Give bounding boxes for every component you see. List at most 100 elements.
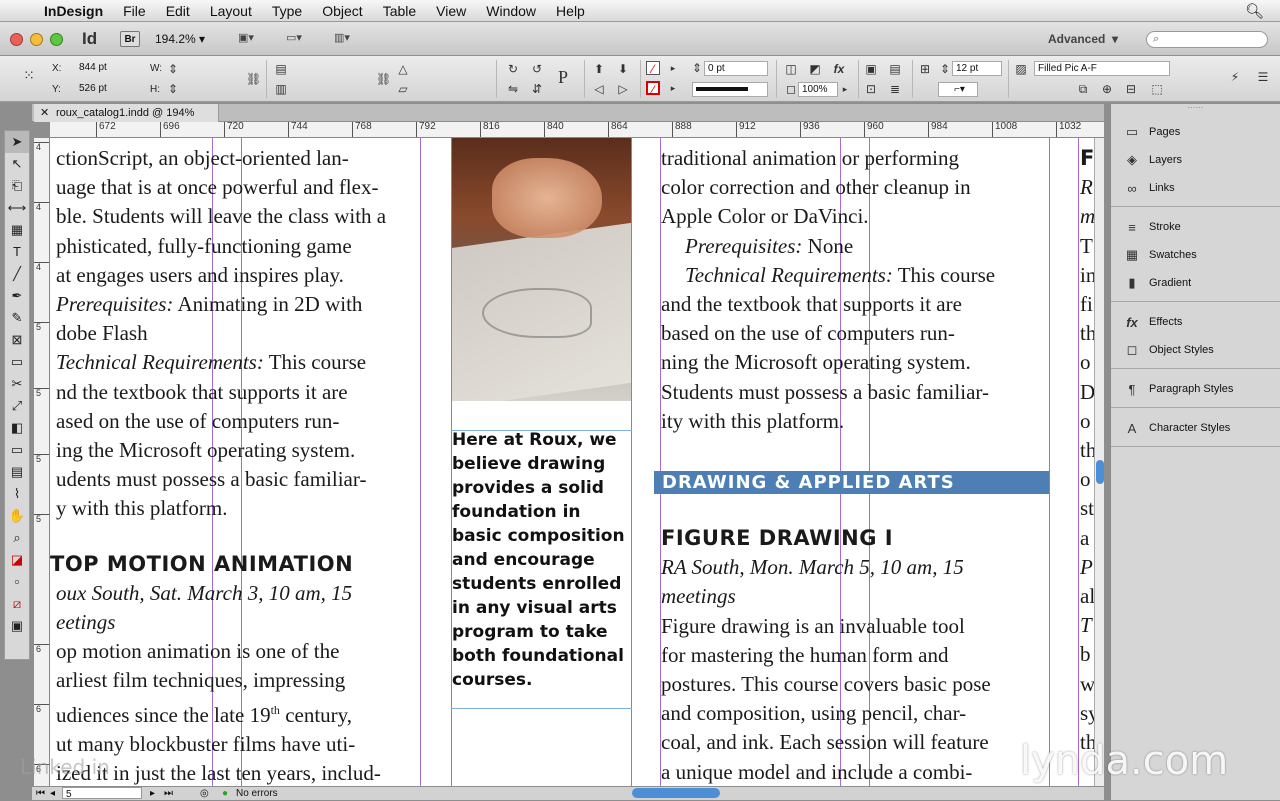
text-wrap-icon[interactable]: ◫ — [784, 62, 798, 76]
new-style-icon[interactable]: ⊕ — [1100, 82, 1114, 96]
hand-drawing-image[interactable] — [452, 138, 631, 401]
help-search-input[interactable]: ⌕ — [1146, 31, 1268, 48]
content-collector-icon[interactable]: ▦ — [5, 219, 29, 241]
spacing-field[interactable]: 12 pt — [952, 61, 1002, 76]
right-text-column[interactable]: traditional animation or performing colo… — [661, 144, 995, 436]
scissors-tool-icon[interactable]: ✂ — [5, 373, 29, 395]
preflight-status[interactable]: No errors — [236, 787, 278, 800]
opacity-field[interactable]: 100% — [798, 82, 838, 97]
pen-tool-icon[interactable]: ✒ — [5, 285, 29, 307]
scale-y-icon[interactable]: ▥ — [274, 82, 288, 96]
gap-tool-icon[interactable]: ⟷ — [5, 197, 29, 219]
center-content-icon[interactable]: ⊡ — [864, 82, 878, 96]
auto-fit-icon[interactable]: ⊞ — [918, 62, 932, 76]
hand-tool-icon[interactable]: ✋ — [5, 505, 29, 527]
view-options-button[interactable]: ▣▾ — [238, 31, 272, 47]
last-page-icon[interactable]: ⏭ — [164, 787, 173, 800]
menu-window[interactable]: Window — [476, 0, 546, 22]
rotate-clockwise-icon[interactable]: ↻ — [506, 62, 520, 76]
drop-shadow-icon[interactable]: ◩ — [808, 62, 822, 76]
horizontal-scroll-thumb[interactable] — [632, 788, 720, 798]
stroke-weight-stepper-icon[interactable]: ⇕ — [690, 61, 704, 75]
flip-horizontal-icon[interactable]: ⇋ — [506, 82, 520, 96]
effects-panel-button[interactable]: fx Effects — [1111, 308, 1280, 336]
scale-x-icon[interactable]: ▤ — [274, 62, 288, 76]
pencil-tool-icon[interactable]: ✎ — [5, 307, 29, 329]
effects-fx-icon[interactable]: fx — [832, 62, 846, 76]
note-tool-icon[interactable]: ▤ — [5, 461, 29, 483]
gradient-swatch-tool-icon[interactable]: ◧ — [5, 417, 29, 439]
layers-panel-button[interactable]: ◈ Layers — [1111, 146, 1280, 174]
select-next-icon[interactable]: ▷ — [616, 82, 630, 96]
stepper-icon[interactable]: ⇕ — [166, 82, 180, 96]
menu-table[interactable]: Table — [373, 0, 426, 22]
minimize-window-button[interactable] — [30, 33, 43, 46]
type-tool-icon[interactable]: T — [5, 241, 29, 263]
reference-point-icon[interactable]: ⁙ — [22, 68, 36, 82]
container-formatting-icon[interactable]: ▫ — [5, 571, 29, 593]
fill-swatch-icon[interactable]: ⁄ — [646, 61, 660, 76]
bridge-button[interactable]: Br — [120, 31, 140, 47]
close-window-button[interactable] — [10, 33, 23, 46]
stroke-type-dropdown[interactable] — [692, 82, 768, 97]
select-content-icon[interactable]: ⬇ — [616, 62, 630, 76]
select-container-icon[interactable]: ⬆ — [592, 62, 606, 76]
rotate-icon[interactable]: △ — [396, 62, 410, 76]
right-text-column-lower[interactable]: FIGURE DRAWING I RA South, Mon. March 5,… — [661, 524, 991, 786]
paragraph-styles-panel-button[interactable]: ¶ Paragraph Styles — [1111, 375, 1280, 403]
menu-object[interactable]: Object — [312, 0, 372, 22]
vertical-ruler[interactable]: 4 4 4 5 5 5 5 6 6 6 — [34, 138, 50, 786]
constrain-proportions-icon[interactable]: ⛓ — [246, 72, 261, 86]
rectangle-tool-icon[interactable]: ▭ — [5, 351, 29, 373]
rectangle-frame-tool-icon[interactable]: ⊠ — [5, 329, 29, 351]
document-tab[interactable]: ✕ roux_catalog1.indd @ 194% — [34, 104, 219, 122]
apply-none-icon[interactable]: ⧄ — [5, 593, 29, 615]
shear-icon[interactable]: ▱ — [396, 82, 410, 96]
object-styles-panel-button[interactable]: ◻ Object Styles — [1111, 336, 1280, 364]
character-styles-panel-button[interactable]: A Character Styles — [1111, 414, 1280, 442]
x-position-field[interactable]: 844 pt — [76, 61, 142, 76]
menu-help[interactable]: Help — [546, 0, 595, 22]
pages-panel-button[interactable]: ▭ Pages — [1111, 118, 1280, 146]
y-position-field[interactable]: 526 pt — [76, 82, 142, 97]
arrange-documents-button[interactable]: ▥▾ — [334, 31, 368, 47]
stepper-icon[interactable]: ⇕ — [166, 62, 180, 76]
page-tool-icon[interactable]: ⎗ — [5, 175, 29, 197]
control-panel-menu-icon[interactable]: ☰ — [1256, 70, 1270, 84]
menu-type[interactable]: Type — [262, 0, 312, 22]
eyedropper-tool-icon[interactable]: ⌇ — [5, 483, 29, 505]
opacity-dropdown-icon[interactable]: ▸ — [838, 82, 852, 96]
page-number-field[interactable]: 5 — [62, 787, 142, 800]
screen-mode-icon[interactable]: ▣ — [5, 615, 29, 637]
menu-edit[interactable]: Edit — [156, 0, 200, 22]
zoom-tool-icon[interactable]: ⌕ — [5, 527, 29, 549]
links-panel-button[interactable]: ∞ Links — [1111, 174, 1280, 202]
previous-page-icon[interactable]: ◂ — [50, 787, 55, 800]
object-style-dropdown[interactable]: Filled Pic A-F — [1034, 61, 1170, 76]
menu-file[interactable]: File — [113, 0, 156, 22]
menu-view[interactable]: View — [426, 0, 476, 22]
swatches-panel-button[interactable]: ▦ Swatches — [1111, 241, 1280, 269]
spacing-stepper-icon[interactable]: ⇕ — [938, 62, 952, 76]
stroke-weight-field[interactable]: 0 pt — [704, 61, 768, 76]
zoom-window-button[interactable] — [50, 33, 63, 46]
next-page-icon[interactable]: ▸ — [150, 787, 155, 800]
zoom-level-dropdown[interactable]: 194.2% ▾ — [155, 29, 205, 49]
link-style-icon[interactable]: ⬚ — [1150, 82, 1164, 96]
style-options-icon[interactable]: ⊟ — [1124, 82, 1138, 96]
gradient-panel-button[interactable]: ▮ Gradient — [1111, 269, 1280, 297]
vertical-scroll-thumb[interactable] — [1096, 460, 1104, 484]
stroke-dropdown-icon[interactable]: ▸ — [666, 81, 680, 95]
direct-selection-tool-icon[interactable]: ↖ — [5, 153, 29, 175]
line-tool-icon[interactable]: ╱ — [5, 263, 29, 285]
flip-vertical-icon[interactable]: ⇵ — [530, 82, 544, 96]
stroke-swatch-icon[interactable]: ⁄ — [646, 81, 660, 97]
left-text-column[interactable]: ctionScript, an object-oriented lan- uag… — [50, 144, 386, 786]
lightning-icon[interactable]: ⚡︎ — [1228, 70, 1242, 84]
stroke-panel-button[interactable]: ≡ Stroke — [1111, 213, 1280, 241]
fill-frame-icon[interactable]: ≣ — [888, 82, 902, 96]
clear-overrides-icon[interactable]: ⧉ — [1076, 82, 1090, 96]
panel-dock-handle[interactable]: ⋯⋯ — [1111, 104, 1280, 112]
fit-content-frame-icon[interactable]: ▣ — [864, 62, 878, 76]
horizontal-ruler[interactable]: 672 696 720 744 768 792 816 840 864 888 … — [50, 122, 1104, 138]
